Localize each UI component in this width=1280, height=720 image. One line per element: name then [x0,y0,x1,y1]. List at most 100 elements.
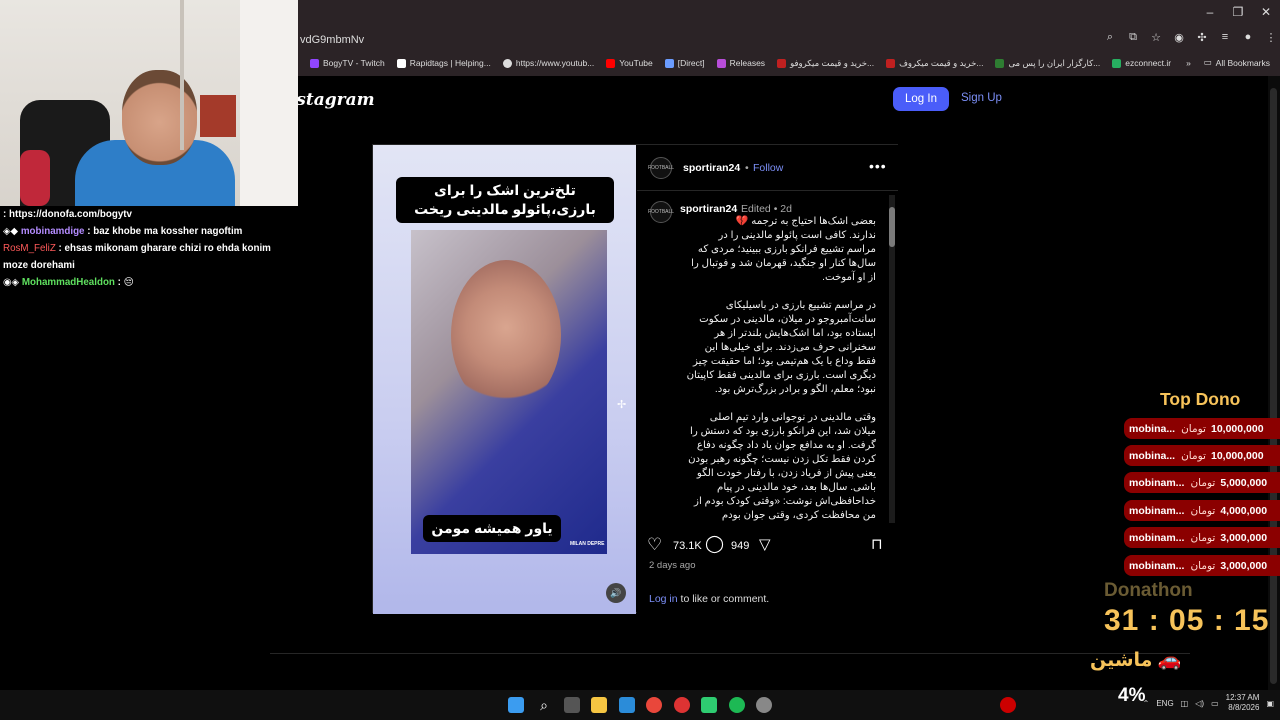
post-side-panel: FOOTBALL sportiran24 • Follow ••• FOOTBA… [637,145,898,614]
login-prompt-text: to like or comment. [677,593,770,605]
donathon-goal: 🚗 ماشین [1090,650,1182,671]
settings-gear-icon[interactable] [756,697,772,713]
caption-avatar[interactable]: FOOTBALL [648,201,674,223]
all-bookmarks-label: All Bookmarks [1215,57,1270,68]
post-media[interactable]: تلخ‌ترین اشک را برای بارزی،پائولو مالدین… [373,145,636,614]
bookmark-label: Releases [729,58,766,68]
volume-icon[interactable]: ◁) [1195,699,1204,708]
scrollbar-thumb[interactable] [889,207,895,247]
address-bar[interactable]: vdG9mbmNv ⌕ ⧉ ☆ ◉ ✣ ≡ ● ⋮ [298,28,1280,52]
app-icon[interactable] [674,697,690,713]
all-bookmarks[interactable]: » ▭ All Bookmarks [1186,57,1270,68]
maximize-button[interactable]: ❐ [1224,0,1252,24]
chrome-icon[interactable] [646,697,662,713]
bookmark-item[interactable]: Releases [716,58,766,68]
comment-icon[interactable]: ◯ [705,534,724,554]
currency-label: تومان [1190,559,1216,572]
minimize-button[interactable]: – [1196,0,1224,24]
zoom-icon[interactable]: ⌕ [1103,30,1117,44]
page-scrollbar[interactable] [1268,76,1280,690]
menu-icon[interactable]: ⋮ [1264,30,1278,44]
search-icon[interactable]: ⌕ [536,697,552,713]
clock-date: 8/8/2026 [1228,703,1260,712]
chevron-right-icon[interactable]: » [1186,58,1191,68]
network-icon[interactable]: ◫ [1181,699,1189,708]
folder-icon: ▭ [1203,57,1212,67]
divider [270,653,1190,654]
language-indicator[interactable]: ENG [1156,699,1173,708]
door-frame [180,0,184,150]
donation-amount: 10,000,000 [1210,449,1264,462]
profile-icon[interactable]: ● [1241,30,1255,44]
bookmark-label: خرید و قیمت میکروف... [899,57,984,68]
video-frame[interactable] [411,230,607,554]
signup-link[interactable]: Sign Up [961,92,1002,104]
bookmark-label: Rapidtags | Helping... [409,58,491,68]
chat-text: : baz khobe ma kossher nagoftim [87,226,243,237]
bookmark-item[interactable]: BogyTV - Twitch [310,58,385,68]
media-icon[interactable]: ≡ [1218,30,1232,44]
login-button[interactable]: Log In [893,87,949,111]
donation-amount: 4,000,000 [1220,504,1268,517]
close-button[interactable]: ✕ [1252,0,1280,24]
person-face [122,70,197,165]
save-bookmark-icon[interactable]: ⊓ [871,535,883,553]
sound-toggle-icon[interactable]: 🔊 [606,583,626,603]
bookmark-item[interactable]: YouTube [606,58,653,68]
start-windows-icon[interactable] [508,697,524,713]
bookmark-item[interactable]: Rapidtags | Helping... [396,58,491,68]
bookmark-item[interactable]: https://www.youtub... [502,58,594,68]
spotify-icon[interactable] [729,697,745,713]
post-actions: ♡ 73.1K ◯ 949 ▽ ⊓ [647,534,889,555]
donor-name: mobina... [1129,422,1176,435]
caption-username[interactable]: sportiran24 [680,203,737,215]
login-link[interactable]: Log in [649,593,678,605]
caption-text: بعضی اشک‌ها احتیاج به ترجمه 💔 ندارند. کا… [686,216,876,521]
app-icon[interactable] [619,697,635,713]
donation-amount: 3,000,000 [1220,531,1268,544]
share-icon[interactable]: ▽ [759,535,771,553]
cast-icon[interactable]: ⧉ [1126,30,1140,44]
file-explorer-icon[interactable] [591,697,607,713]
battery-icon[interactable]: ▭ [1211,699,1219,708]
chat-message: ◈◆ mobinamdige : baz khobe ma kossher na… [0,223,298,240]
webcam-feed [0,0,298,206]
more-options-icon[interactable]: ••• [869,158,887,174]
like-heart-icon[interactable]: ♡ [647,535,662,555]
clock-time: 12:37 AM [1225,693,1260,702]
bookmark-item[interactable]: ezconnect.ir [1112,58,1171,68]
video-caption-top: تلخ‌ترین اشک را برای بارزی،پائولو مالدین… [396,177,614,223]
donation-row: mobinam... تومان 3,000,000 [1124,527,1280,548]
author-name[interactable]: sportiran24 [683,162,740,174]
donor-name: mobinam... [1129,559,1185,572]
bookmark-item[interactable]: خرید و قیمت میکروفو... [777,58,874,69]
scrollbar-thumb[interactable] [1270,88,1277,684]
chat-user: MohammadHealdon [21,277,115,288]
bookmark-star-icon[interactable]: ☆ [1149,30,1163,44]
notification-icon[interactable]: ▣ [1266,699,1274,708]
donathon-label: Donathon [1104,580,1193,601]
stream-chat: : https://donofa.com/bogytv ◈◆ mobinamdi… [0,206,298,306]
comment-count: 949 [731,540,750,552]
extensions-puzzle-icon[interactable]: ✣ [1195,30,1209,44]
bookmark-item[interactable]: [Direct] [664,58,705,68]
extension-icon[interactable]: ◉ [1172,30,1186,44]
wall [240,0,298,206]
bookmark-label: کارگزار ایران را پس می... [1008,57,1101,68]
like-count: 73.1K [673,540,702,552]
person-image [451,260,561,410]
bookmark-label: BogyTV - Twitch [323,58,385,68]
bookmark-item[interactable]: کارگزار ایران را پس می... [995,58,1100,69]
task-view-icon[interactable] [564,697,580,713]
caption-scrollbar[interactable] [889,195,895,523]
app-icon[interactable] [701,697,717,713]
bookmark-item[interactable]: خرید و قیمت میکروف... [886,58,983,69]
follow-button[interactable]: Follow [753,162,783,174]
author-avatar[interactable]: FOOTBALL [648,157,674,179]
url-text[interactable]: vdG9mbmNv [300,34,364,46]
bookmark-label: ezconnect.ir [1125,58,1172,68]
badge-icon: ◈◆ [3,226,19,237]
chat-message: ◉◈ MohammadHealdon : 😔 [0,274,298,291]
window-controls: – ❐ ✕ [1196,0,1280,24]
clock[interactable]: 12:37 AM 8/8/2026 [1226,693,1260,713]
